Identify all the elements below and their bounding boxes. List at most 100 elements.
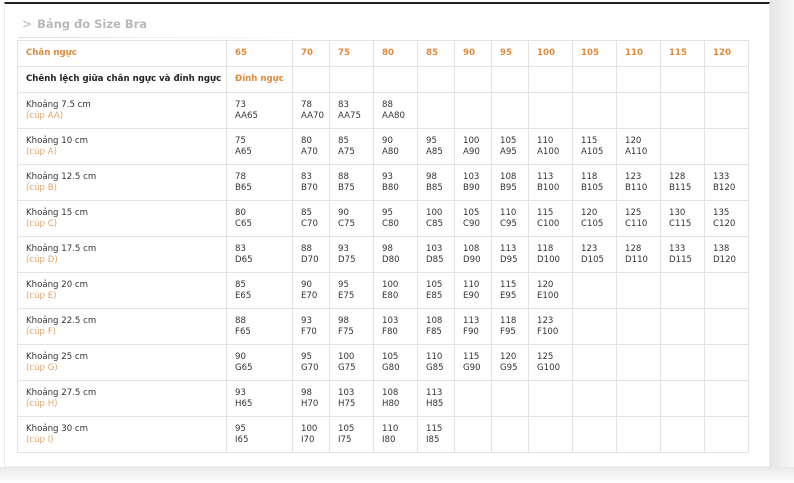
bra-size-value: A70 xyxy=(301,146,318,157)
bra-size-value: F95 xyxy=(500,326,516,337)
bust-value: 135 xyxy=(713,207,730,218)
bra-size-value: C100 xyxy=(537,218,560,229)
band-header-75: 75 xyxy=(329,40,374,67)
bra-size-value: A90 xyxy=(463,146,480,157)
size-cell xyxy=(528,92,573,129)
band-header-115: 115 xyxy=(660,40,705,67)
empty-cell xyxy=(417,66,455,93)
bra-size-value: B85 xyxy=(426,182,443,193)
size-cell: 118 F95 xyxy=(491,308,529,345)
size-cell: 133 D115 xyxy=(660,236,705,273)
bra-size-value: F80 xyxy=(382,326,398,337)
size-cell: 80 A70 xyxy=(292,128,330,165)
size-cell xyxy=(572,92,617,129)
bust-value: 83 xyxy=(301,171,312,182)
size-cell: 98 F75 xyxy=(329,308,374,345)
bust-value: 100 xyxy=(382,279,399,290)
row-label-cell: Khoảng 10 cm (cúp A) xyxy=(17,128,227,165)
bust-value: 93 xyxy=(382,171,393,182)
size-cell xyxy=(616,308,661,345)
size-cell: 105 A95 xyxy=(491,128,529,165)
bra-size-value: D100 xyxy=(537,254,561,265)
bust-value: 108 xyxy=(500,171,517,182)
measure-label: Khoảng 25 cm xyxy=(26,351,89,362)
bust-value: 95 xyxy=(382,207,393,218)
size-cell xyxy=(528,416,573,453)
bust-value: 128 xyxy=(625,243,642,254)
bust-value: 95 xyxy=(301,351,312,362)
cup-label: (cúp D) xyxy=(26,254,58,265)
bra-size-value: E70 xyxy=(301,290,318,301)
section-title-text: Bảng đo Size Bra xyxy=(37,17,148,31)
bra-size-value: AA70 xyxy=(301,110,324,121)
empty-cell xyxy=(572,66,617,93)
bust-value: 90 xyxy=(235,351,246,362)
bra-size-value: B90 xyxy=(463,182,480,193)
bust-value: 93 xyxy=(235,387,246,398)
size-cell: 85 C70 xyxy=(292,200,330,237)
bust-value: 115 xyxy=(500,279,517,290)
bust-value: 138 xyxy=(713,243,730,254)
table-row: Khoảng 25 cm (cúp G) 90 G65 95 G70 100 G75 105 G8… xyxy=(17,344,749,381)
size-cell: 108 H80 xyxy=(373,380,418,417)
size-cell: 103 F80 xyxy=(373,308,418,345)
bra-size-value: D90 xyxy=(463,254,481,265)
bra-size-value: C85 xyxy=(426,218,443,229)
bra-size-value: G75 xyxy=(338,362,356,373)
bra-size-value: F90 xyxy=(463,326,479,337)
size-cell: 115 E95 xyxy=(491,272,529,309)
bust-value: 98 xyxy=(426,171,437,182)
bust-value: 105 xyxy=(338,423,355,434)
size-cell: 110 A100 xyxy=(528,128,573,165)
size-cell: 128 D110 xyxy=(616,236,661,273)
size-cell: 73 AA65 xyxy=(226,92,293,129)
size-cell xyxy=(572,380,617,417)
bra-size-value: F75 xyxy=(338,326,354,337)
bra-size-value: D105 xyxy=(581,254,605,265)
cup-label: (cúp G) xyxy=(26,362,58,373)
bra-size-value: E100 xyxy=(537,290,559,301)
bra-size-value: B110 xyxy=(625,182,648,193)
row-label-cell: Khoảng 17.5 cm (cúp D) xyxy=(17,236,227,273)
empty-cell xyxy=(454,66,492,93)
table-row: Khoảng 22.5 cm (cúp F) 88 F65 93 F70 98 F75 103 F… xyxy=(17,308,749,345)
size-cell xyxy=(491,380,529,417)
size-cell xyxy=(454,416,492,453)
size-cell: 125 C110 xyxy=(616,200,661,237)
bust-value: 108 xyxy=(426,315,443,326)
bra-size-value: B75 xyxy=(338,182,355,193)
bra-size-value: A80 xyxy=(382,146,399,157)
size-cell: 120 G95 xyxy=(491,344,529,381)
bust-value: 110 xyxy=(500,207,517,218)
measure-label: Khoảng 15 cm xyxy=(26,207,89,218)
bra-size-value: D85 xyxy=(426,254,444,265)
size-cell: 85 E65 xyxy=(226,272,293,309)
bust-value: 120 xyxy=(500,351,517,362)
measure-label: Khoảng 22.5 cm xyxy=(26,315,97,326)
bust-value: 73 xyxy=(235,99,246,110)
size-cell: 120 C105 xyxy=(572,200,617,237)
bust-value: 115 xyxy=(463,351,480,362)
table-row: Khoảng 20 cm (cúp E) 85 E65 90 E70 95 E75 100 E80… xyxy=(17,272,749,309)
bust-value: 105 xyxy=(500,135,517,146)
bra-size-value: C70 xyxy=(301,218,318,229)
bust-value: 103 xyxy=(426,243,443,254)
bust-value: 80 xyxy=(235,207,246,218)
size-cell xyxy=(454,92,492,129)
empty-cell xyxy=(660,66,705,93)
size-cell: 100 E80 xyxy=(373,272,418,309)
size-cell: 103 B90 xyxy=(454,164,492,201)
measure-label: Khoảng 20 cm xyxy=(26,279,89,290)
bra-size-value: A95 xyxy=(500,146,517,157)
bra-size-value: B65 xyxy=(235,182,252,193)
size-cell: 93 F70 xyxy=(292,308,330,345)
bust-value: 118 xyxy=(537,243,554,254)
bust-value: 83 xyxy=(235,243,246,254)
right-shadow xyxy=(770,0,794,483)
bust-value: 115 xyxy=(581,135,598,146)
size-cell: 100 C85 xyxy=(417,200,455,237)
size-cell: 115 A105 xyxy=(572,128,617,165)
size-cell: 125 G100 xyxy=(528,344,573,381)
size-cell xyxy=(417,92,455,129)
bust-value: 128 xyxy=(669,171,686,182)
